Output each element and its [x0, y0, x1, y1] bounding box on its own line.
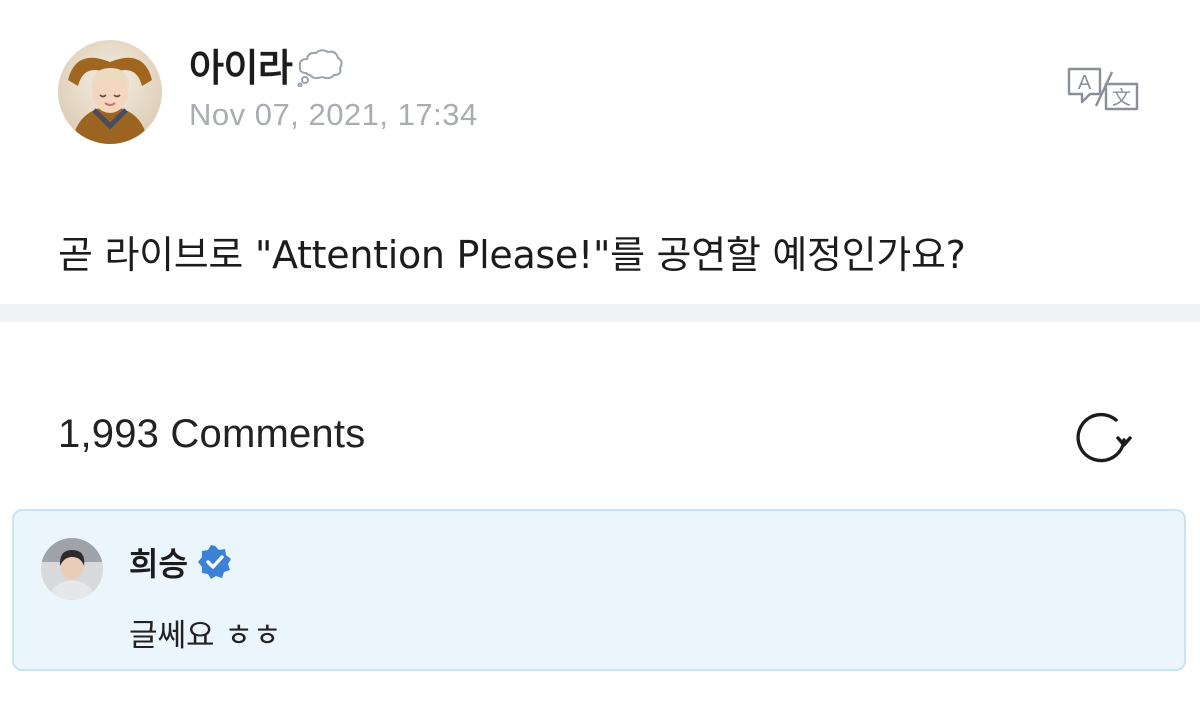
author-avatar[interactable] [58, 40, 162, 144]
translate-icon: A 文 [1067, 67, 1139, 111]
translate-button[interactable]: A 文 [1066, 66, 1140, 112]
post: 아이라 Nov 07, 2021, 17:34 A 文 곧 라이브로 "Atte… [0, 0, 1200, 304]
post-timestamp: Nov 07, 2021, 17:34 [189, 97, 478, 132]
comments-header: 1,993 Comments [0, 322, 1200, 508]
highlighted-comment[interactable]: 희승 글쎄요 ㅎㅎ [12, 509, 1186, 671]
comments-count: 1,993 Comments [58, 412, 366, 456]
svg-text:文: 文 [1112, 87, 1131, 109]
author-name[interactable]: 아이라 [189, 37, 293, 92]
commenter-avatar[interactable] [41, 538, 103, 600]
comment-text: 글쎄요 ㅎㅎ [129, 618, 282, 654]
refresh-button[interactable] [1072, 408, 1132, 468]
commenter-name-row: 희승 [129, 539, 232, 585]
author-name-row: 아이라 [189, 40, 344, 90]
refresh-icon [1076, 412, 1132, 463]
svg-text:A: A [1078, 72, 1092, 94]
thought-bubble-icon [296, 47, 344, 88]
post-body: 곧 라이브로 "Attention Please!"를 공연할 예정인가요? [58, 233, 966, 277]
commenter-name[interactable]: 희승 [129, 539, 188, 585]
verified-badge-icon [197, 545, 232, 579]
section-divider [0, 304, 1200, 322]
